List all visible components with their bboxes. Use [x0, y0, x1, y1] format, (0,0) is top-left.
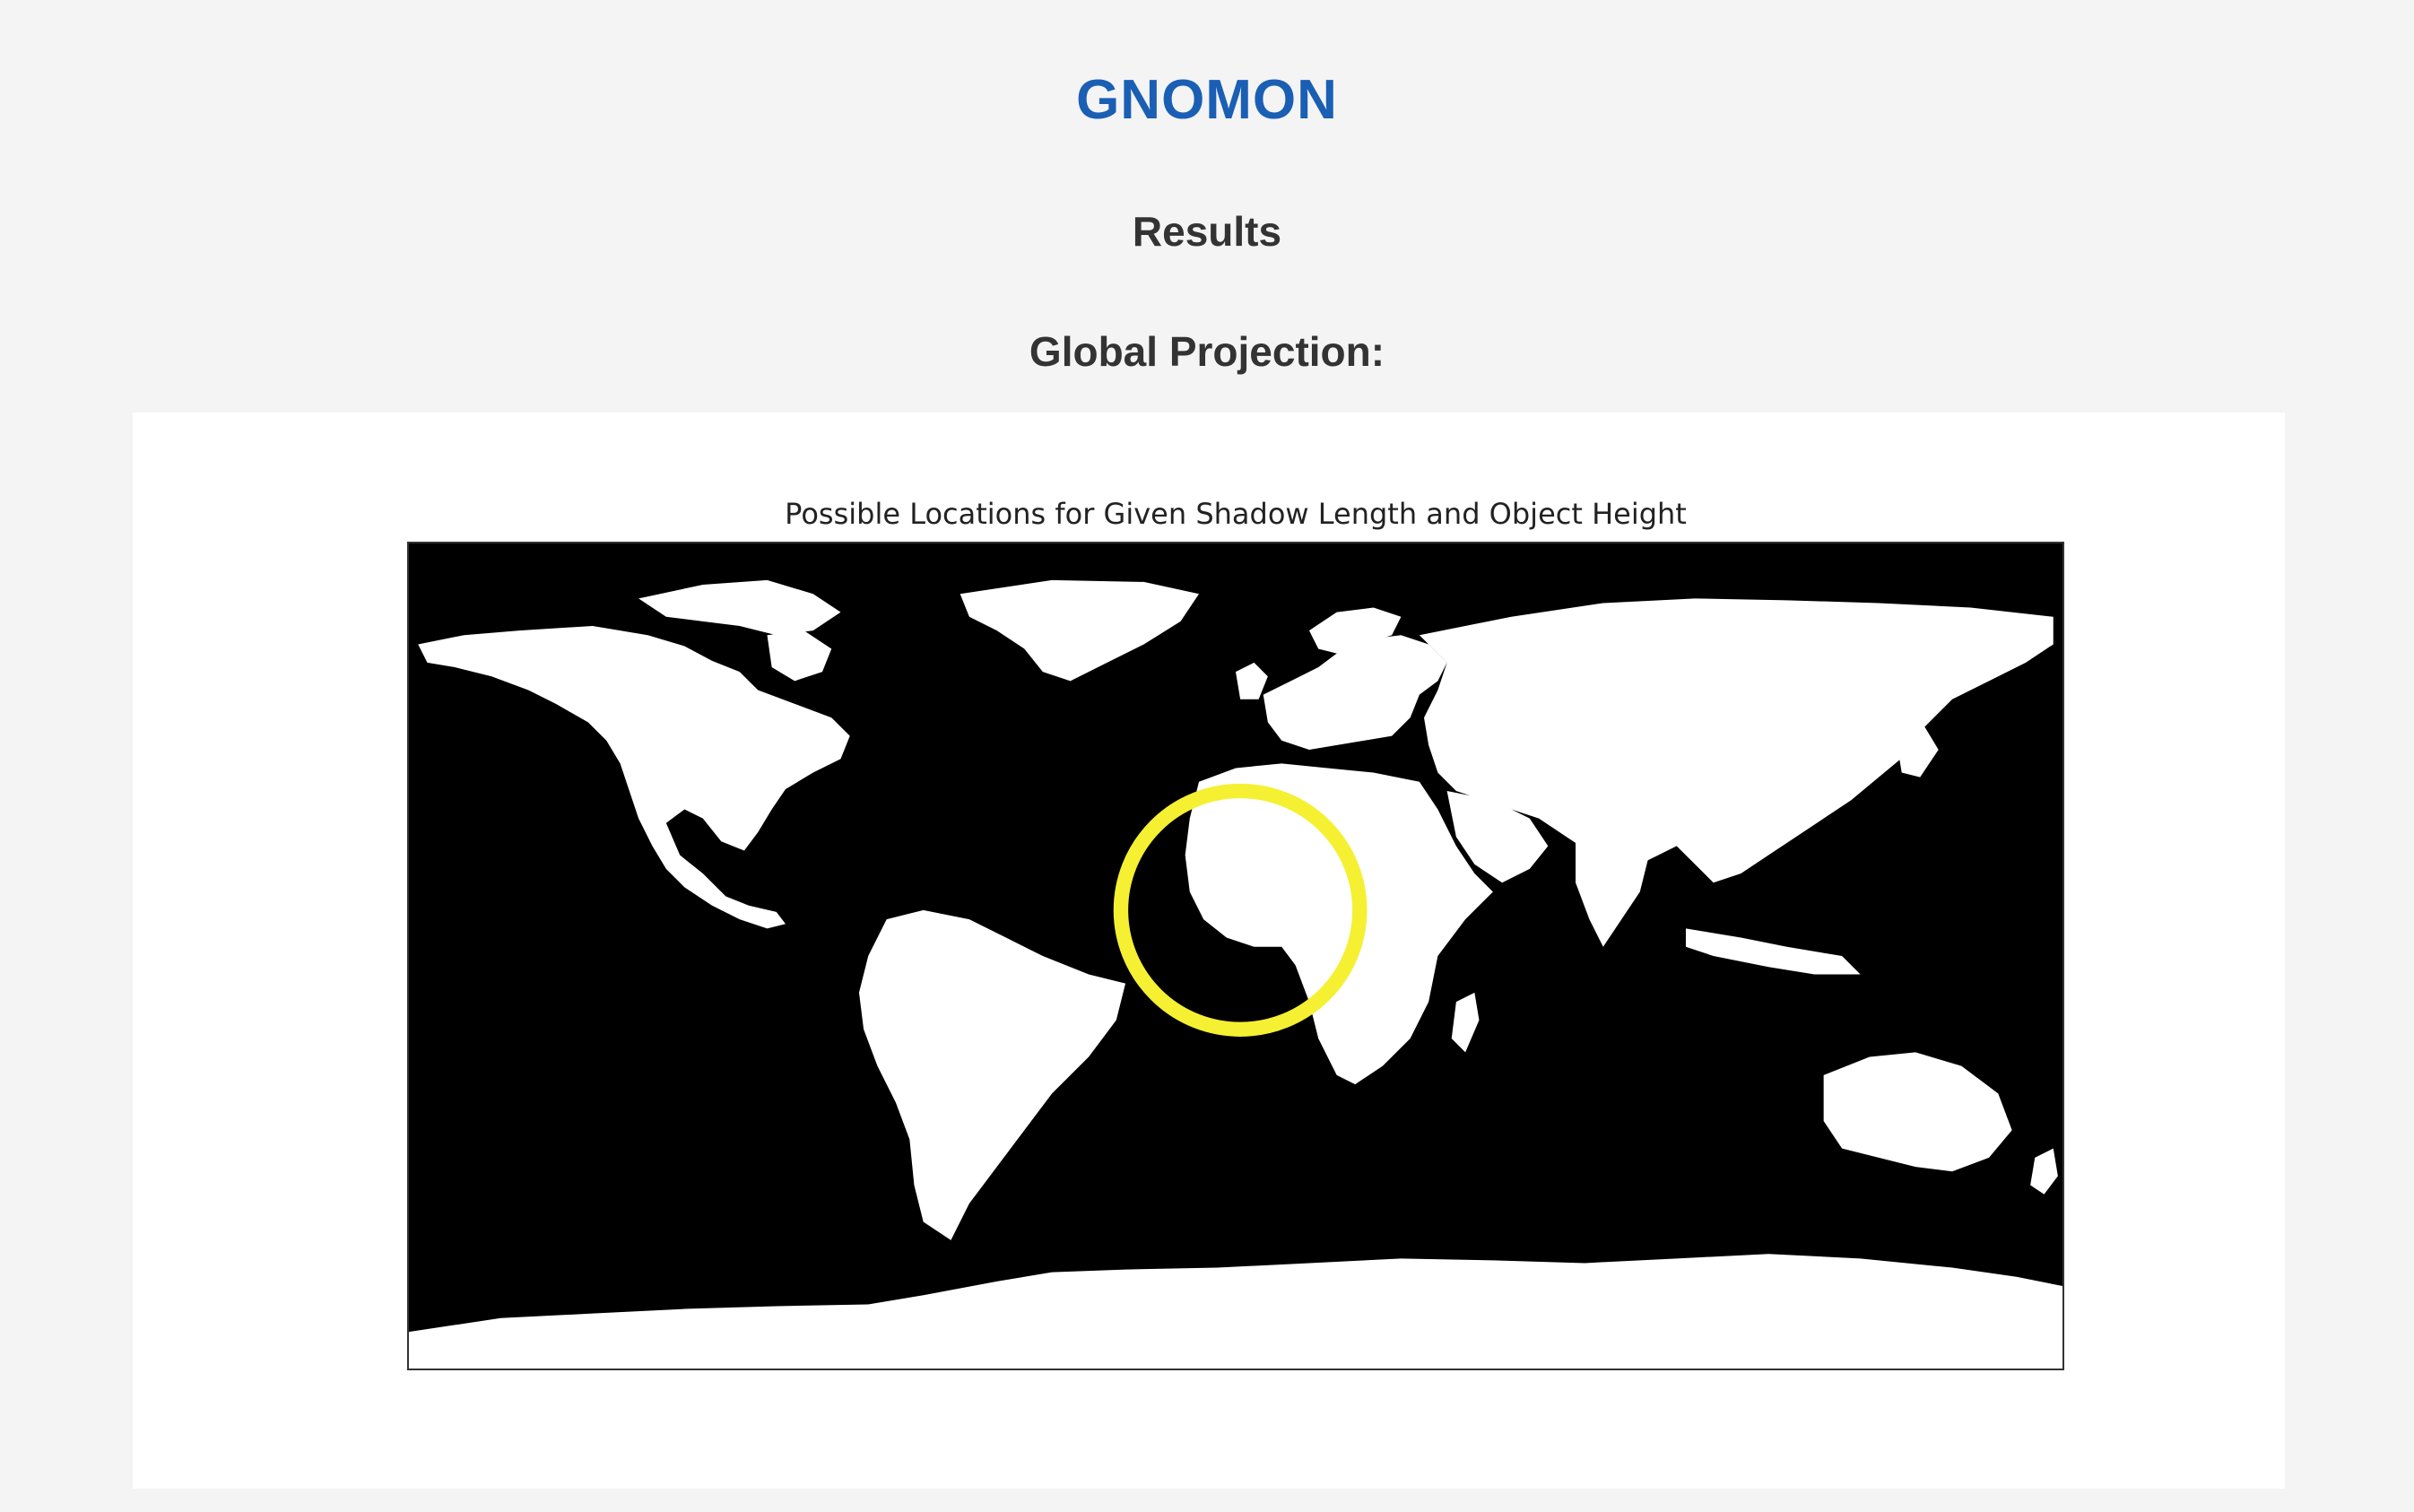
app-title: GNOMON	[1076, 69, 1338, 131]
results-heading: Results	[1132, 208, 1282, 255]
page: GNOMON Results Global Projection: Possib…	[0, 0, 2414, 1512]
figure-card: Possible Locations for Given Shadow Leng…	[133, 413, 2285, 1489]
map-title: Possible Locations for Given Shadow Leng…	[785, 497, 1687, 531]
global-projection-heading: Global Projection:	[1029, 328, 1385, 375]
world-map-svg	[409, 543, 2062, 1369]
world-map	[407, 542, 2064, 1370]
